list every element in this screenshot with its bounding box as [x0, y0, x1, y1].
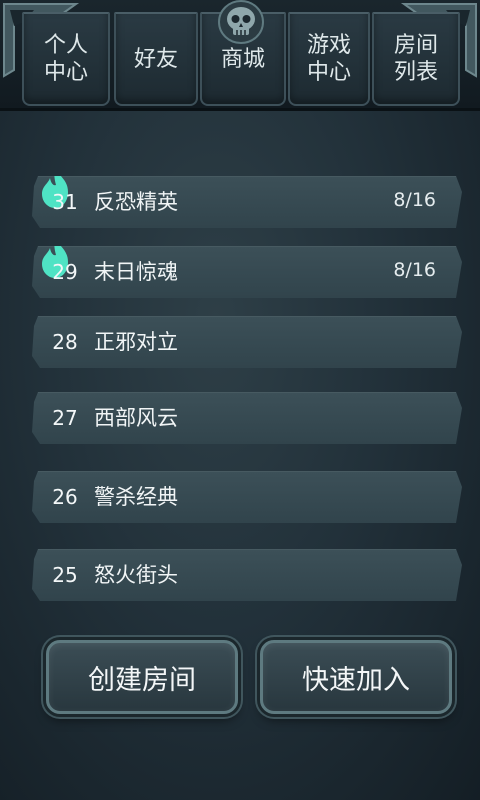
quick-join-button[interactable]: 快速加入: [260, 640, 452, 714]
room-row[interactable]: 28 正邪对立: [32, 316, 462, 368]
room-number: 28: [52, 330, 78, 354]
room-number: 26: [52, 485, 78, 509]
room-player-count: 8/16: [393, 259, 436, 281]
tab-game-center-label: 游戏 中心: [306, 33, 351, 85]
room-row[interactable]: 27 西部风云: [32, 392, 462, 444]
room-number: 29: [52, 260, 78, 284]
tab-friends-label: 好友: [133, 46, 178, 72]
room-row[interactable]: 31 反恐精英 8/16: [32, 176, 462, 228]
room-name: 末日惊魂: [94, 260, 178, 284]
tab-room-list[interactable]: 房间 列表: [372, 12, 460, 106]
room-player-count: 8/16: [393, 189, 436, 211]
tab-friends[interactable]: 好友: [114, 12, 198, 106]
room-name: 警杀经典: [94, 485, 178, 509]
room-row[interactable]: 25 怒火街头: [32, 549, 462, 601]
tab-game-center[interactable]: 游戏 中心: [288, 12, 370, 106]
tab-store-label: 商城: [220, 46, 265, 72]
top-tab-bar: 个人 中心 好友 商城 游戏 中心 房间 列表: [0, 0, 480, 111]
room-number: 25: [52, 563, 78, 587]
skull-icon: [218, 0, 264, 44]
room-name: 怒火街头: [94, 563, 178, 587]
tab-personal-center[interactable]: 个人 中心: [22, 12, 110, 106]
tab-personal-center-label: 个人 中心: [43, 33, 88, 85]
room-name: 反恐精英: [94, 190, 178, 214]
room-name: 西部风云: [94, 406, 178, 430]
room-name: 正邪对立: [94, 330, 178, 354]
room-row[interactable]: 29 末日惊魂 8/16: [32, 246, 462, 298]
room-number: 31: [52, 190, 78, 214]
tab-room-list-label: 房间 列表: [393, 33, 438, 85]
room-row[interactable]: 26 警杀经典: [32, 471, 462, 523]
create-room-button[interactable]: 创建房间: [46, 640, 238, 714]
room-number: 27: [52, 406, 78, 430]
